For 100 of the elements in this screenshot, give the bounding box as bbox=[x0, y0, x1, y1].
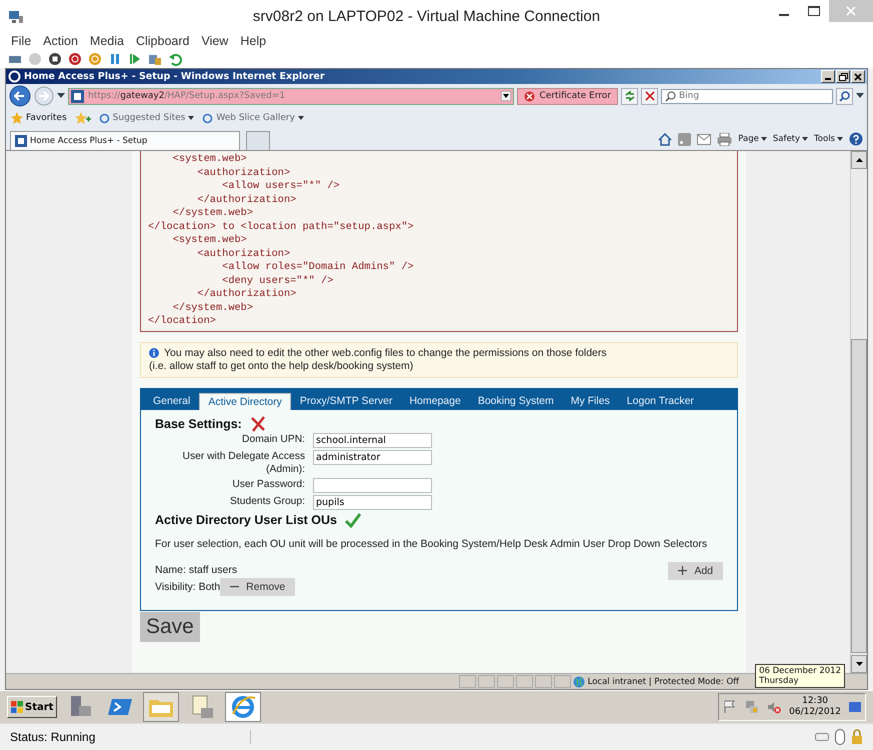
ou-visibility: Visibility: Both bbox=[155, 580, 220, 592]
mail-icon[interactable] bbox=[697, 134, 712, 144]
code-line: <system.web> bbox=[172, 234, 248, 248]
power-icon[interactable] bbox=[68, 52, 82, 66]
code-line: <authorization> bbox=[196, 248, 292, 261]
search-field[interactable]: Bing bbox=[661, 88, 833, 104]
add-button[interactable]: Add bbox=[668, 562, 723, 580]
code-line: <authorization> bbox=[196, 166, 292, 180]
code-line: <deny users="*" /> bbox=[221, 274, 334, 288]
star-icon bbox=[11, 112, 23, 124]
pause-icon[interactable] bbox=[108, 52, 122, 66]
minimize-button[interactable] bbox=[821, 70, 835, 83]
code-line: </system.web> bbox=[172, 207, 254, 220]
address-field[interactable]: https://gateway2/HAP/Setup.aspx?Saved=1 bbox=[68, 88, 514, 104]
flag-icon[interactable] bbox=[723, 700, 738, 714]
remove-button[interactable]: Remove bbox=[220, 578, 296, 596]
down-arrow-icon[interactable] bbox=[856, 662, 862, 666]
add-favorite-icon[interactable] bbox=[74, 112, 91, 124]
lock-icon bbox=[851, 729, 863, 745]
error-icon bbox=[524, 90, 536, 102]
search-button[interactable] bbox=[836, 88, 853, 104]
section-heading: Base Settings: bbox=[155, 416, 242, 430]
settings-tab[interactable]: General bbox=[145, 392, 198, 410]
muted-speaker-icon[interactable] bbox=[767, 700, 782, 714]
restore-icon bbox=[838, 72, 848, 80]
caret-icon bbox=[760, 137, 767, 141]
input-field[interactable]: school.internal bbox=[313, 432, 432, 448]
home-icon[interactable] bbox=[658, 132, 672, 146]
menu-item[interactable]: Action bbox=[43, 34, 78, 48]
printer-icon[interactable] bbox=[717, 132, 732, 146]
page-icon bbox=[15, 135, 27, 147]
section-heading: Active Directory User List OUs bbox=[155, 512, 338, 526]
start-button[interactable]: Start bbox=[7, 696, 58, 718]
status-text: Status: Running bbox=[10, 730, 251, 744]
ou-name: Name: staff users bbox=[155, 564, 238, 576]
close-button[interactable] bbox=[851, 70, 865, 83]
undo-icon[interactable] bbox=[168, 52, 182, 66]
settings-tab[interactable]: Active Directory bbox=[199, 392, 291, 410]
help-icon[interactable] bbox=[849, 132, 863, 146]
maximize-icon bbox=[808, 6, 820, 16]
save-button[interactable]: Save bbox=[140, 612, 200, 642]
up-arrow-icon[interactable] bbox=[856, 158, 862, 162]
favorites-button[interactable]: Favorites bbox=[11, 112, 67, 124]
code-line: </location> to <location path="setup.aspx"> bbox=[148, 220, 415, 234]
new-tab-button[interactable] bbox=[246, 131, 270, 150]
caret-icon bbox=[802, 137, 808, 141]
browser-logo-icon bbox=[98, 112, 110, 124]
browser-tab[interactable]: Home Access Plus+ - Setup bbox=[10, 131, 240, 150]
browser-logo-icon[interactable] bbox=[225, 692, 262, 722]
input-field[interactable]: pupils bbox=[313, 494, 432, 510]
info-text: You may also need to edit the other web.config files to change the permissions on those folders bbox=[164, 346, 607, 360]
description-text: For user selection, each OU unit will be processed in the Booking System/Help Desk Admin User Drop Down Selectors bbox=[155, 538, 708, 550]
play-icon[interactable] bbox=[128, 52, 142, 66]
settings-tab[interactable]: Booking System bbox=[470, 392, 562, 410]
input-field[interactable] bbox=[313, 478, 432, 492]
computer-icon bbox=[8, 10, 24, 24]
certificate-error-button[interactable]: Certificate Error bbox=[517, 88, 618, 104]
code-line: </authorization> bbox=[196, 288, 298, 302]
browser-logo-icon bbox=[8, 70, 21, 83]
folder-icon[interactable] bbox=[143, 692, 180, 722]
command-menu[interactable]: Safety bbox=[772, 134, 808, 144]
code-line: </authorization> bbox=[196, 194, 298, 207]
date-tooltip: 06 December 2012 Thursday bbox=[755, 664, 845, 688]
minimize-icon bbox=[779, 14, 789, 16]
input-field[interactable]: administrator bbox=[313, 450, 432, 464]
reset-icon[interactable] bbox=[88, 52, 102, 66]
code-line: <system.web> bbox=[172, 153, 248, 166]
menu-item[interactable]: File bbox=[11, 34, 32, 48]
settings-tab[interactable]: Proxy/SMTP Server bbox=[292, 392, 400, 410]
window-title: srv08r2 on LAPTOP02 - Virtual Machine Connection bbox=[252, 8, 602, 25]
refresh-button[interactable] bbox=[621, 88, 638, 104]
security-zone[interactable]: Local intranet | Protected Mode: Off bbox=[572, 676, 745, 688]
favorites-link[interactable]: Web Slice Gallery bbox=[202, 112, 304, 124]
code-line: </system.web> bbox=[172, 302, 254, 315]
command-menu[interactable]: Tools bbox=[814, 134, 843, 144]
dropdown-arrow-icon[interactable] bbox=[501, 91, 512, 101]
favorites-link[interactable]: Suggested Sites bbox=[98, 112, 194, 124]
command-menu[interactable]: Page bbox=[738, 134, 767, 144]
settings-tab[interactable]: Logon Tracker bbox=[618, 392, 702, 410]
settings-tab[interactable]: My Files bbox=[562, 392, 618, 410]
caret-icon bbox=[298, 116, 304, 120]
dropdown-arrow-icon[interactable] bbox=[57, 93, 65, 99]
info-icon bbox=[149, 348, 159, 358]
scrollbar[interactable] bbox=[850, 151, 867, 673]
settings-tab[interactable]: Homepage bbox=[401, 392, 469, 410]
scrollbar-thumb[interactable] bbox=[851, 339, 867, 653]
windows-logo-icon bbox=[11, 701, 23, 713]
dropdown-arrow-icon[interactable] bbox=[856, 93, 864, 99]
menu-item[interactable]: Media bbox=[90, 34, 124, 48]
back-icon[interactable] bbox=[9, 85, 31, 107]
menu-item[interactable]: Help bbox=[240, 34, 266, 48]
close-icon bbox=[854, 72, 862, 80]
code-line: <allow users="*" /> bbox=[221, 180, 341, 194]
close-icon bbox=[644, 91, 654, 101]
menu-item[interactable]: View bbox=[201, 34, 228, 48]
stop-button[interactable] bbox=[641, 88, 658, 104]
stop-icon[interactable] bbox=[48, 52, 62, 66]
restore-button[interactable] bbox=[836, 70, 850, 83]
page-icon bbox=[71, 90, 84, 102]
menu-item[interactable]: Clipboard bbox=[136, 34, 190, 48]
